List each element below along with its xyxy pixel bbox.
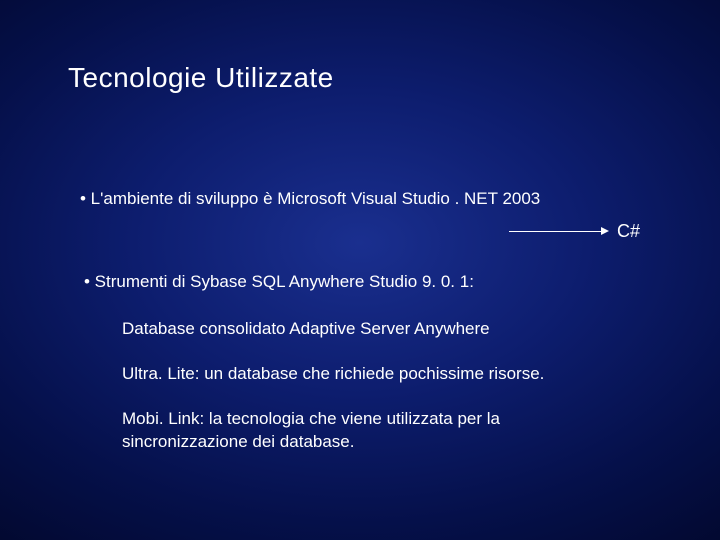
sub-adaptive-server: Database consolidato Adaptive Server Any…: [122, 318, 622, 341]
arrow-head-icon: [601, 227, 609, 235]
arrow-line-icon: [509, 231, 601, 232]
sub-ultralite: Ultra. Lite: un database che richiede po…: [122, 363, 622, 386]
csharp-label: C#: [617, 219, 640, 243]
slide-content: • L'ambiente di sviluppo è Microsoft Vis…: [80, 188, 660, 476]
csharp-row: C#: [80, 219, 640, 243]
bullet-sybase: • Strumenti di Sybase SQL Anywhere Studi…: [84, 271, 660, 294]
slide-title: Tecnologie Utilizzate: [68, 62, 334, 94]
slide: Tecnologie Utilizzate • L'ambiente di sv…: [0, 0, 720, 540]
bullet-environment: • L'ambiente di sviluppo è Microsoft Vis…: [80, 188, 660, 211]
sub-mobilink: Mobi. Link: la tecnologia che viene util…: [122, 408, 622, 454]
